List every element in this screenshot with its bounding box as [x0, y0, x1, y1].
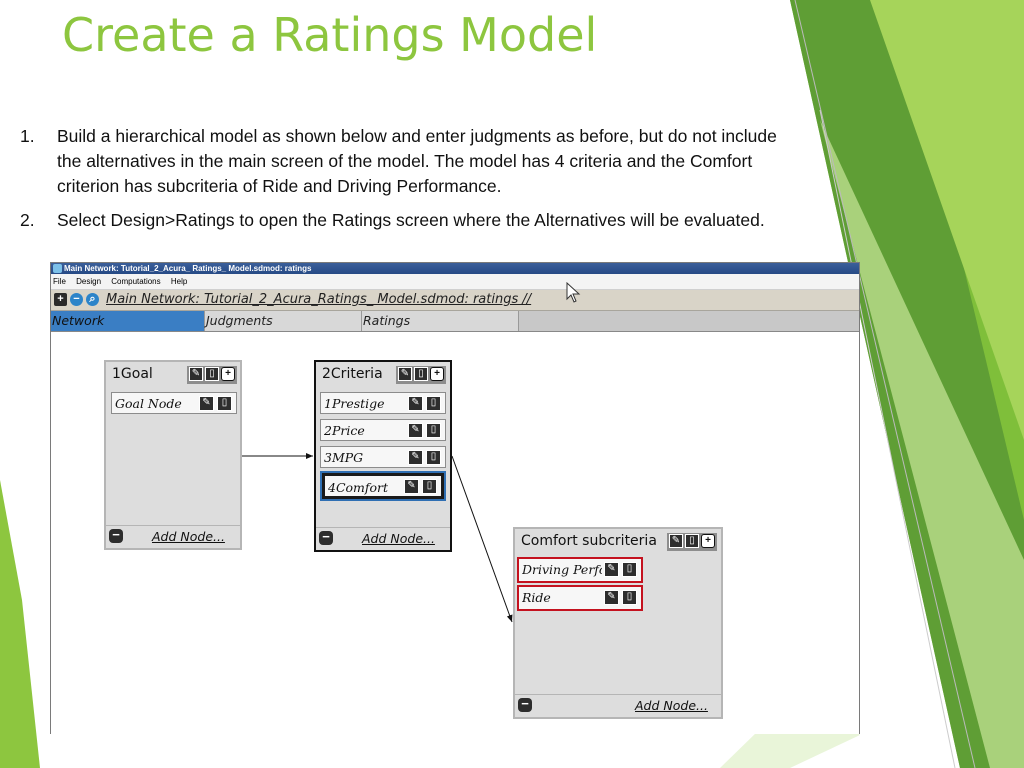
add-node-link[interactable]: Add Node... [635, 698, 708, 713]
node-label: 4Comfort [328, 480, 389, 495]
network-canvas[interactable]: 1Goal ✎ ▯ + Goal Node ✎ ▯ − Add Node... … [51, 332, 859, 734]
plus-icon[interactable]: + [221, 367, 235, 381]
minus-icon[interactable]: − [518, 697, 532, 712]
trash-icon[interactable]: ▯ [426, 450, 441, 465]
trash-icon[interactable]: ▯ [217, 396, 232, 411]
cluster-title: 2Criteria [322, 366, 383, 382]
tab-network[interactable]: Network [51, 311, 205, 331]
node-label: Ride [522, 590, 551, 605]
tab-judgments[interactable]: Judgments [205, 311, 362, 331]
minus-icon[interactable]: − [70, 293, 83, 306]
step-number: 1. [20, 126, 35, 146]
pencil-icon[interactable]: ✎ [398, 367, 412, 381]
pencil-icon[interactable]: ✎ [189, 367, 203, 381]
cluster-title: Comfort subcriteria [521, 533, 657, 549]
node-label: 3MPG [324, 450, 364, 465]
node-label: 2Price [324, 423, 365, 438]
cluster-footer: − Add Node... [515, 694, 721, 717]
node-goal[interactable]: Goal Node ✎ ▯ [111, 392, 237, 414]
minus-icon[interactable]: − [109, 528, 123, 543]
node-price[interactable]: 2Price ✎ ▯ [320, 419, 446, 441]
trash-icon[interactable]: ▯ [622, 590, 637, 605]
step-number: 2. [20, 210, 35, 230]
node-buttons: ✎ ▯ [408, 450, 441, 465]
app-window: Main Network: Tutorial_2_Acura_ Ratings_… [50, 262, 860, 734]
tab-bar: Network Judgments Ratings [51, 311, 859, 332]
breadcrumb[interactable]: Main Network: Tutorial_2_Acura_Ratings_ … [106, 292, 531, 307]
slide-title: Create a Ratings Model [62, 8, 598, 62]
plus-icon[interactable]: + [54, 293, 67, 306]
pencil-icon[interactable]: ✎ [408, 423, 423, 438]
pencil-icon[interactable]: ✎ [408, 396, 423, 411]
criteria-cluster[interactable]: 2Criteria ✎ ▯ + 1Prestige ✎ ▯ 2Price ✎ ▯ [314, 360, 452, 552]
comfort-subcriteria-cluster[interactable]: Comfort subcriteria ✎ ▯ + Driving Perfor… [513, 527, 723, 719]
node-prestige[interactable]: 1Prestige ✎ ▯ [320, 392, 446, 414]
cluster-title: 1Goal [112, 366, 153, 382]
window-title: Main Network: Tutorial_2_Acura_ Ratings_… [64, 264, 312, 273]
node-ride[interactable]: Ride ✎ ▯ [517, 585, 643, 611]
trash-icon[interactable]: ▯ [422, 479, 437, 494]
trash-icon[interactable]: ▯ [622, 562, 637, 577]
add-node-link[interactable]: Add Node... [362, 531, 435, 546]
trash-icon[interactable]: ▯ [685, 534, 699, 548]
menu-computations[interactable]: Computations [111, 277, 160, 286]
step-text: Build a hierarchical model as shown belo… [57, 126, 777, 196]
node-buttons: ✎ ▯ [408, 396, 441, 411]
navigation-bar: + − ⌕ Main Network: Tutorial_2_Acura_Rat… [51, 290, 859, 311]
cursor-icon [566, 282, 581, 303]
menu-bar: File Design Computations Help [51, 274, 859, 290]
node-buttons: ✎ ▯ [408, 423, 441, 438]
cluster-footer: − Add Node... [106, 525, 240, 548]
pencil-icon[interactable]: ✎ [408, 450, 423, 465]
pencil-icon[interactable]: ✎ [404, 479, 419, 494]
plus-icon[interactable]: + [430, 367, 444, 381]
trash-icon[interactable]: ▯ [205, 367, 219, 381]
cluster-buttons: ✎ ▯ + [396, 366, 446, 384]
app-icon [53, 264, 62, 273]
window-titlebar: Main Network: Tutorial_2_Acura_ Ratings_… [51, 263, 859, 274]
node-mpg[interactable]: 3MPG ✎ ▯ [320, 446, 446, 468]
menu-file[interactable]: File [53, 277, 66, 286]
trash-icon[interactable]: ▯ [414, 367, 428, 381]
pencil-icon[interactable]: ✎ [604, 562, 619, 577]
node-comfort[interactable]: 4Comfort ✎ ▯ [320, 471, 446, 501]
node-buttons: ✎ ▯ [604, 590, 637, 605]
plus-icon[interactable]: + [701, 534, 715, 548]
trash-icon[interactable]: ▯ [426, 396, 441, 411]
tab-ratings[interactable]: Ratings [362, 311, 519, 331]
node-buttons: ✎ ▯ [604, 562, 637, 577]
node-label: 1Prestige [324, 396, 385, 411]
cluster-buttons: ✎ ▯ + [667, 533, 717, 551]
menu-design[interactable]: Design [76, 277, 101, 286]
add-node-link[interactable]: Add Node... [152, 529, 225, 544]
node-label: Goal Node [115, 396, 182, 411]
menu-help[interactable]: Help [171, 277, 187, 286]
pencil-icon[interactable]: ✎ [199, 396, 214, 411]
pencil-icon[interactable]: ✎ [604, 590, 619, 605]
goal-cluster[interactable]: 1Goal ✎ ▯ + Goal Node ✎ ▯ − Add Node... [104, 360, 242, 550]
pencil-icon[interactable]: ✎ [669, 534, 683, 548]
node-driving-performance[interactable]: Driving Perfor ✎ ▯ [517, 557, 643, 583]
node-label: Driving Perfor [522, 562, 602, 577]
minus-icon[interactable]: − [319, 530, 333, 545]
cluster-footer: − Add Node... [316, 527, 450, 550]
node-buttons: ✎ ▯ [404, 479, 437, 494]
cluster-buttons: ✎ ▯ + [187, 366, 237, 384]
node-buttons: ✎ ▯ [199, 396, 232, 411]
step-text: Select Design>Ratings to open the Rating… [57, 210, 765, 230]
trash-icon[interactable]: ▯ [426, 423, 441, 438]
search-icon[interactable]: ⌕ [86, 293, 99, 306]
